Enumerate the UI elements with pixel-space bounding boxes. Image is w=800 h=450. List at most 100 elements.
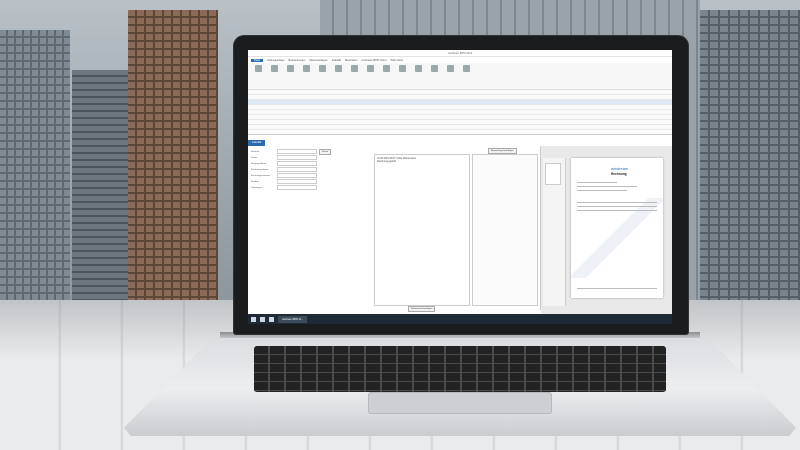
form-row: Nummer Suche (251, 148, 371, 155)
taskbar-task[interactable]: windream BPM Cl... (278, 315, 308, 323)
text-line (577, 186, 637, 187)
document-preview: windream Rechnung (541, 146, 672, 314)
field-input[interactable] (277, 154, 317, 161)
start-icon[interactable] (251, 316, 256, 322)
text-line (577, 190, 627, 191)
ribbon-button[interactable] (348, 65, 361, 81)
form-tab[interactable]: Fakultät (248, 140, 266, 146)
ribbon-button[interactable] (444, 65, 457, 81)
laptop-lid: windream BPM 2019 Datei Auftragsanlage B… (234, 36, 688, 334)
ribbon-toolbar (248, 63, 672, 90)
field-label: Eingangsdatum (251, 162, 267, 165)
ribbon-button[interactable] (284, 65, 297, 81)
note-entry: 16.06.2021 09:37 | Max Mustermann Rechnu… (377, 157, 416, 163)
ribbon-button[interactable] (268, 65, 281, 81)
toolbar-icon (303, 65, 310, 72)
note-body: Rechnung geprüft (377, 160, 397, 163)
toolbar-icon (463, 65, 470, 72)
notes-area[interactable]: 16.06.2021 09:37 | Max Mustermann Rechnu… (374, 154, 470, 306)
text-line (577, 210, 657, 211)
ribbon-button[interactable] (412, 65, 425, 81)
ribbon-tab[interactable]: windream BPM Client (362, 59, 387, 62)
building (690, 10, 800, 330)
text-line (577, 182, 617, 183)
field-label: Nummer (251, 150, 260, 153)
field-input[interactable] (277, 160, 317, 167)
ribbon-tab[interactable]: Auftragsanlage (267, 59, 284, 62)
toolbar-icon (383, 65, 390, 72)
field-label: Rechnungsdatum (251, 168, 269, 171)
field-input[interactable] (277, 148, 317, 155)
add-document-button[interactable]: Dokument hinzufügen (408, 306, 436, 312)
field-input[interactable] (277, 172, 317, 179)
ribbon-button[interactable] (364, 65, 377, 81)
ribbon-button[interactable] (300, 65, 313, 81)
windream-app: windream BPM 2019 Datei Auftragsanlage B… (248, 50, 672, 324)
ribbon-button[interactable] (460, 65, 473, 81)
invoice-form: Nummer Suche Datum Eingangsdatum Rechnung… (251, 148, 371, 191)
field-input[interactable] (277, 184, 317, 191)
ribbon-tab[interactable]: Massenanlagen (309, 59, 327, 62)
form-panel: Fakultät Nummer Suche Datum Eingangsdatum… (248, 140, 541, 312)
toolbar-icon (399, 65, 406, 72)
windows-taskbar: windream BPM Cl... (248, 314, 672, 324)
ribbon-tab[interactable]: Datei (251, 58, 264, 62)
ribbon-tab[interactable]: Bearbeitungen (289, 59, 306, 62)
laptop-keyboard (254, 346, 666, 392)
field-label: Kreditor (251, 180, 259, 183)
field-label: Datum (251, 156, 258, 159)
ribbon-tab[interactable]: Bearbeiten (345, 59, 358, 62)
toolbar-icon (319, 65, 326, 72)
form-row: Rechnungsnummer (251, 172, 371, 179)
window-title: windream BPM 2019 (447, 51, 473, 55)
form-row: Kreditor (251, 178, 371, 185)
toolbar-icon (271, 65, 278, 72)
search-button[interactable]: Suche (319, 148, 332, 155)
ribbon-button[interactable] (428, 65, 441, 81)
form-row: Datum (251, 154, 371, 161)
ribbon-button[interactable] (316, 65, 329, 81)
taskbar-icon[interactable] (269, 316, 274, 322)
form-row: Rechnungsdatum (251, 166, 371, 173)
laptop-trackpad (368, 392, 552, 414)
toolbar-icon (255, 65, 262, 72)
text-line (577, 202, 657, 203)
ribbon-button[interactable] (332, 65, 345, 81)
toolbar-icon (415, 65, 422, 72)
field-label: Rechnungsnummer (251, 174, 271, 177)
laptop-scene: windream BPM 2019 Datei Auftragsanlage B… (0, 0, 800, 450)
toolbar-icon (367, 65, 374, 72)
ribbon-button[interactable] (252, 65, 265, 81)
page-thumbnail[interactable] (546, 164, 560, 184)
brand-logo: windream (611, 166, 629, 171)
document-heading: Rechnung (611, 172, 627, 176)
text-line (577, 206, 657, 207)
attachments-area (472, 154, 538, 306)
toolbar-icon (431, 65, 438, 72)
ribbon-tab[interactable]: Fakultät (332, 59, 341, 62)
form-row: Eingangsdatum (251, 160, 371, 167)
taskbar-icon[interactable] (260, 316, 265, 322)
ribbon-button[interactable] (396, 65, 409, 81)
building (72, 70, 132, 330)
task-list-grid (248, 90, 672, 135)
invoice-page: windream Rechnung (571, 158, 663, 298)
laptop-screen: windream BPM 2019 Datei Auftragsanlage B… (248, 50, 672, 324)
ribbon-button[interactable] (380, 65, 393, 81)
add-comment-button[interactable]: Bemerkung hinzufügen (488, 148, 517, 154)
building (128, 10, 218, 330)
ribbon-tab[interactable]: Web Client (390, 59, 403, 62)
app-titlebar: windream BPM 2019 (248, 50, 672, 57)
thumbnail-strip (543, 158, 566, 306)
toolbar-icon (351, 65, 358, 72)
field-label: Zahlungsart (251, 186, 263, 189)
table-row[interactable] (248, 125, 672, 130)
field-input[interactable] (277, 166, 317, 173)
field-input[interactable] (277, 178, 317, 185)
form-row: Zahlungsart (251, 184, 371, 191)
building (0, 30, 70, 330)
toolbar-icon (447, 65, 454, 72)
toolbar-icon (335, 65, 342, 72)
toolbar-icon (287, 65, 294, 72)
text-line (577, 288, 657, 289)
